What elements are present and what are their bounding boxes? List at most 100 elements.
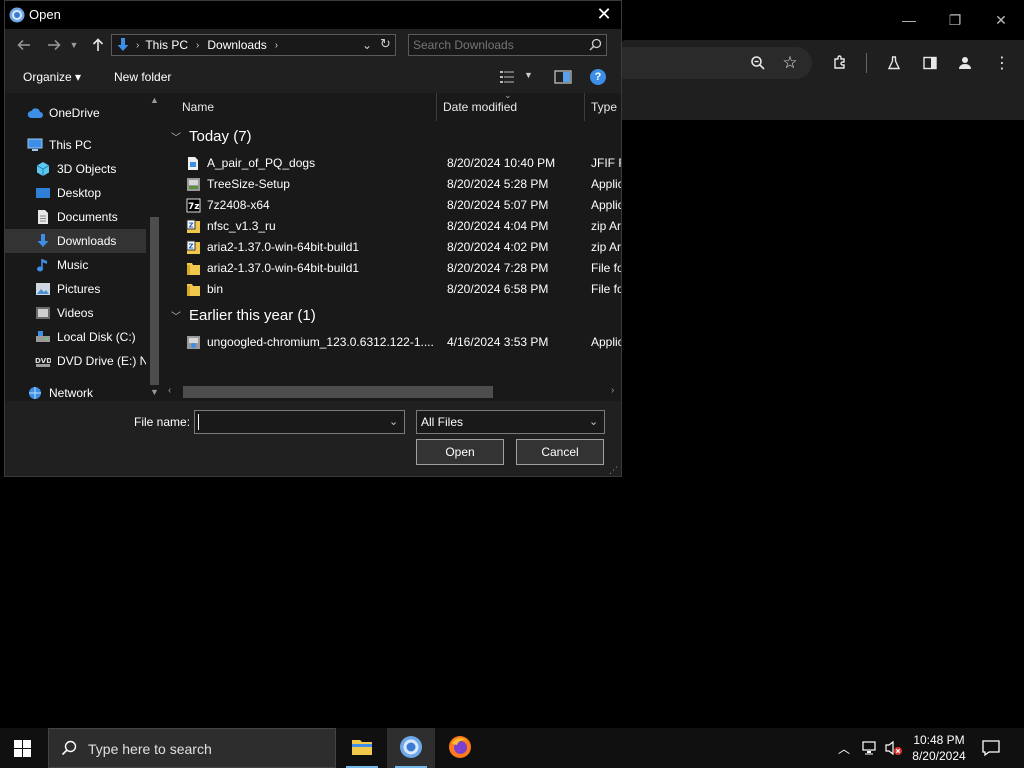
taskbar-firefox[interactable] [436,728,484,768]
sidebar-item-documents[interactable]: Documents [35,206,163,228]
sidebar-item-desktop[interactable]: Desktop [35,182,163,204]
sidebar-item-videos[interactable]: Videos [35,302,163,324]
file-row[interactable]: TreeSize-Setup 8/20/2024 5:28 PM Applic [179,174,621,194]
file-row[interactable]: bin 8/20/2024 6:58 PM File fol [179,279,621,299]
address-bar[interactable]: › This PC › Downloads › ⌄ ↻ [111,34,396,56]
windows-start-icon[interactable] [14,740,31,760]
scroll-left-icon[interactable]: ‹ [168,385,171,396]
dialog-titlebar: Open ✕ [5,1,621,29]
tray-overflow-chevron-icon[interactable]: ︿ [838,740,850,757]
volume-muted-icon[interactable] [884,740,904,759]
column-header-type[interactable]: Type [591,93,617,121]
preview-pane-icon[interactable] [554,70,572,87]
navigation-pane-scrollbar[interactable]: ▲ ▼ [146,93,163,401]
dialog-close-button[interactable]: ✕ [593,4,615,26]
sidebar-item-onedrive[interactable]: OneDrive [27,102,163,124]
scroll-up-icon[interactable]: ▲ [150,95,159,105]
notification-center-icon[interactable] [982,739,1000,760]
bookmark-star-icon[interactable]: ☆ [779,52,801,74]
open-button[interactable]: Open [416,439,504,465]
file-row[interactable]: aria2-1.37.0-win-64bit-build1 8/20/2024 … [179,258,621,278]
resize-grip-icon[interactable]: ⋰ [609,465,618,476]
collapse-chevron-icon[interactable]: ﹀ [171,308,183,323]
sidebar-item-label: Local Disk (C:) [57,330,136,344]
labs-flask-icon[interactable] [883,52,905,74]
file-row[interactable]: ungoogled-chromium_123.0.6312.122-1.... … [179,332,621,352]
back-arrow-icon[interactable] [13,34,35,56]
cancel-button[interactable]: Cancel [516,439,604,465]
side-panel-icon[interactable] [919,52,941,74]
breadcrumb-chevron-icon: › [136,39,140,51]
group-header-today[interactable]: ﹀ Today (7) [171,128,252,145]
sidebar-item-label: 3D Objects [57,162,117,176]
file-row[interactable]: A_pair_of_PQ_dogs 8/20/2024 10:40 PM JFI… [179,153,621,173]
sidebar-item-local-disk[interactable]: Local Disk (C:) [35,326,163,348]
cloud-icon [27,105,43,121]
refresh-icon[interactable]: ↻ [380,36,391,52]
column-divider[interactable] [436,93,437,121]
close-icon[interactable]: ✕ [978,8,1024,32]
sidebar-item-label: This PC [49,138,92,152]
column-divider[interactable] [584,93,585,121]
taskbar-file-explorer[interactable] [338,728,386,768]
restore-icon[interactable]: ❐ [932,8,978,32]
help-icon[interactable]: ? [590,69,606,85]
download-icon [35,233,51,249]
address-dropdown-icon[interactable]: ⌄ [362,38,372,52]
sidebar-item-this-pc[interactable]: This PC [27,134,163,156]
minimize-icon[interactable]: — [886,8,932,32]
search-input[interactable] [413,37,583,53]
horizontal-scroll-thumb[interactable] [183,386,493,398]
file-type-dropdown-icon[interactable]: ⌄ [589,415,598,428]
sidebar-item-downloads[interactable]: Downloads [35,230,163,252]
menu-kebab-icon[interactable]: ⋮ [991,52,1013,74]
organize-button[interactable]: Organize ▾ [23,70,81,84]
file-row[interactable]: Z nfsc_v1.3_ru 8/20/2024 4:04 PM zip Arc [179,216,621,236]
file-date: 8/20/2024 7:28 PM [447,261,549,275]
profile-icon[interactable] [954,52,976,74]
sidebar-item-dvd-drive[interactable]: DVD DVD Drive (E:) N [35,350,163,372]
network-status-icon[interactable] [862,740,880,759]
scroll-down-icon[interactable]: ▼ [150,387,159,397]
file-list-horizontal-scrollbar[interactable]: ‹ › [163,383,621,401]
column-header-date-modified[interactable]: Date modified [443,93,517,121]
sidebar-item-3d-objects[interactable]: 3D Objects [35,158,163,180]
file-name: aria2-1.37.0-win-64bit-build1 [207,261,360,275]
sidebar-item-network[interactable]: Network [27,382,163,401]
navigation-pane-scroll-thumb[interactable] [150,217,159,385]
breadcrumb-this-pc[interactable]: This PC [145,38,188,52]
sidebar-item-music[interactable]: Music [35,254,163,276]
file-date: 8/20/2024 5:07 PM [447,198,549,212]
taskbar-chromium[interactable] [387,728,435,768]
file-row[interactable]: Z aria2-1.37.0-win-64bit-build1 8/20/202… [179,237,621,257]
video-icon [35,305,51,321]
forward-arrow-icon[interactable] [43,34,65,56]
view-dropdown-icon[interactable]: ▼ [524,70,533,80]
file-name-dropdown-icon[interactable]: ⌄ [389,415,398,428]
scroll-right-icon[interactable]: › [611,385,614,396]
svg-text:7z: 7z [188,202,200,212]
search-icon [589,38,602,54]
7zip-icon: 7z [185,197,201,213]
search-box[interactable] [408,34,607,56]
file-type-select[interactable]: All Files ⌄ [416,410,605,434]
up-arrow-icon[interactable] [87,34,109,56]
downloads-folder-icon [116,37,130,53]
column-header-name[interactable]: Name [182,93,214,121]
sidebar-item-label: Network [49,386,94,400]
zoom-icon[interactable] [747,52,769,74]
file-name-combobox[interactable]: ⌄ [194,410,405,434]
breadcrumb-downloads[interactable]: Downloads [207,38,266,52]
new-folder-button[interactable]: New folder [114,70,171,84]
taskbar-clock[interactable]: 10:48 PM 8/20/2024 [908,732,970,764]
file-row[interactable]: 7z 7z2408-x64 8/20/2024 5:07 PM Applic [179,195,621,215]
view-options-icon[interactable] [499,70,517,87]
recent-locations-chevron-icon[interactable]: ▼ [67,34,81,56]
group-header-earlier-this-year[interactable]: ﹀ Earlier this year (1) [171,307,316,324]
collapse-chevron-icon[interactable]: ﹀ [171,129,183,144]
file-name: TreeSize-Setup [207,177,290,191]
file-name-input[interactable] [198,414,378,430]
extensions-icon[interactable] [829,52,851,74]
taskbar-search-box[interactable]: Type here to search [48,728,336,768]
sidebar-item-pictures[interactable]: Pictures [35,278,163,300]
